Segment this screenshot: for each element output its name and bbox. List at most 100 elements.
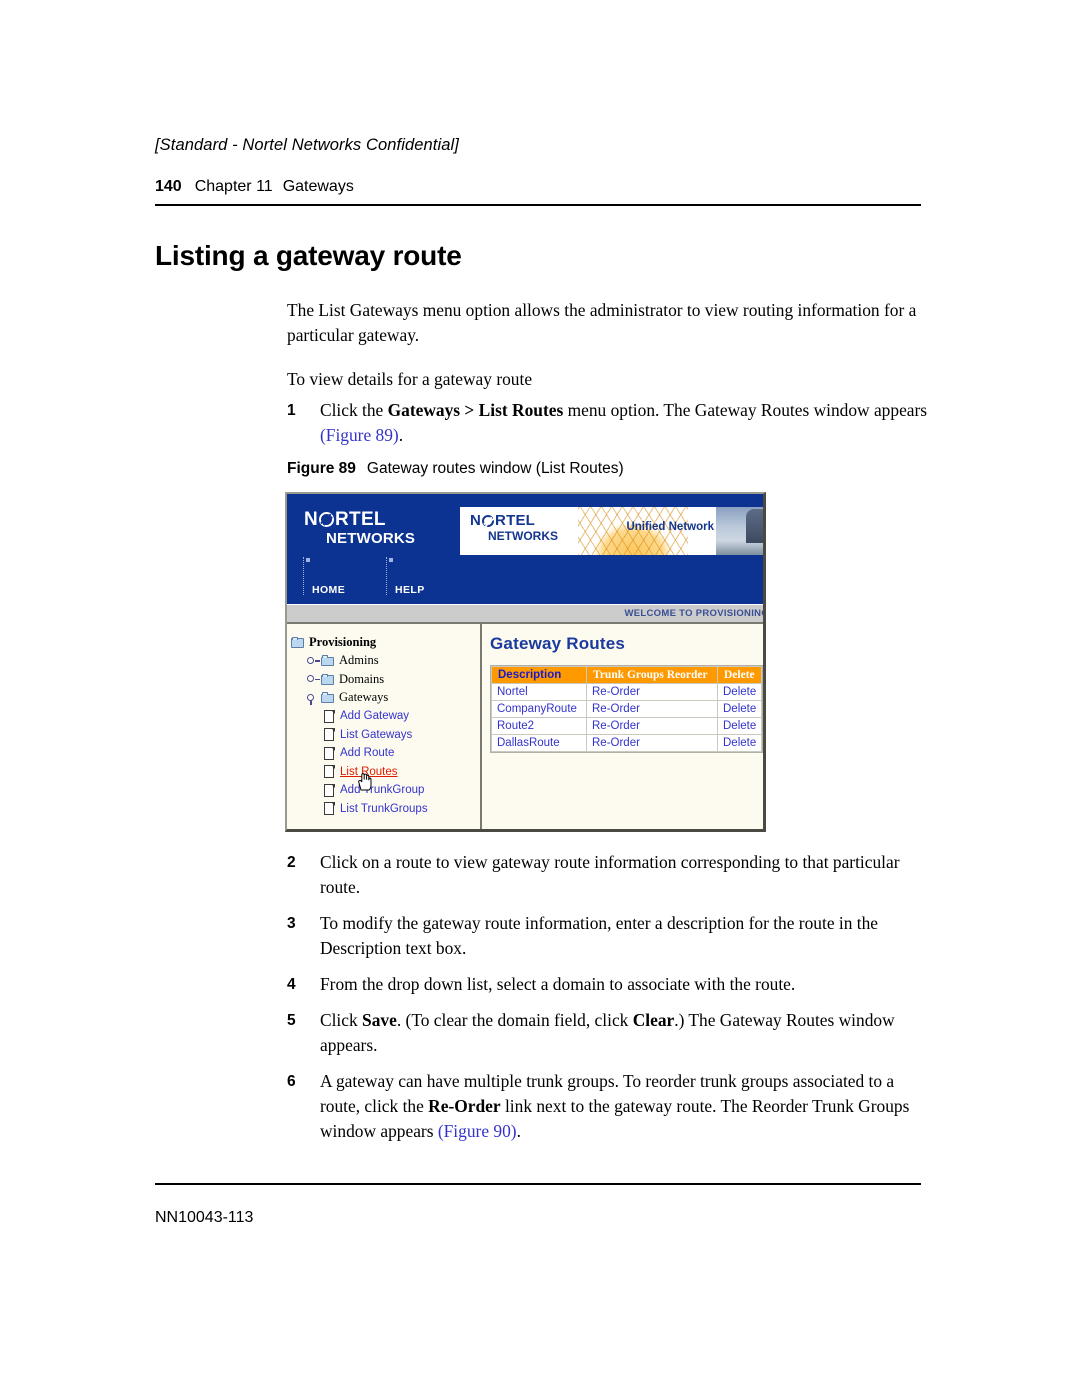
- folder-icon: [321, 673, 335, 685]
- tree-item-label-selected: List Routes: [340, 765, 398, 778]
- tree-item-list-trunkgroups[interactable]: List TrunkGroups: [291, 800, 480, 819]
- tree-node-domains[interactable]: Domains: [291, 670, 480, 689]
- document-icon: [324, 709, 335, 723]
- figure-cross-reference[interactable]: (Figure 90): [438, 1121, 517, 1141]
- step-emphasis: Re-Order: [428, 1096, 501, 1116]
- document-icon: [324, 802, 335, 816]
- confidentiality-notice: [Standard - Nortel Networks Confidential…: [155, 136, 459, 154]
- reorder-link[interactable]: Re-Order: [587, 701, 717, 717]
- tree-item-label: List TrunkGroups: [340, 802, 428, 815]
- page-number: 140: [155, 178, 182, 195]
- expand-toggle-icon[interactable]: [306, 654, 321, 668]
- tree-item-label: Add TrunkGroup: [340, 784, 425, 797]
- tree-item-add-gateway[interactable]: Add Gateway: [291, 707, 480, 726]
- tree-node-label: Domains: [339, 671, 385, 686]
- figure-caption: Figure 89 Gateway routes window (List Rou…: [287, 460, 624, 478]
- page-title: Listing a gateway route: [155, 239, 462, 271]
- nortel-networks-logo: N RTEL NETWORKS: [304, 510, 415, 546]
- chapter-number: Chapter 11: [194, 178, 273, 195]
- banner-nortel-logo: N RTEL NETWORKS: [470, 513, 558, 542]
- document-icon: [324, 746, 335, 760]
- column-header-delete[interactable]: Delete: [718, 667, 762, 683]
- tree-item-add-trunkgroup[interactable]: Add TrunkGroup: [291, 781, 480, 800]
- tree-node-label: Gateways: [339, 690, 389, 705]
- procedure-step: 5 Click Save. (To clear the domain field,…: [287, 1008, 932, 1058]
- globe-icon: [319, 512, 335, 527]
- table-row: CompanyRoute Re-Order Delete: [492, 701, 762, 717]
- logo-letters-rtel: RTEL: [335, 509, 386, 530]
- step-number: 2: [287, 854, 296, 871]
- document-icon: [324, 728, 335, 742]
- tree-root-label: Provisioning: [309, 634, 377, 649]
- reorder-link[interactable]: Re-Order: [587, 735, 717, 751]
- column-header-trunk-groups-reorder[interactable]: Trunk Groups Reorder: [587, 667, 717, 683]
- content-title: Gateway Routes: [490, 634, 626, 653]
- step-run: .: [398, 425, 404, 445]
- step-run: Click the: [320, 400, 388, 420]
- step-number: 5: [287, 1012, 296, 1029]
- route-description-link[interactable]: CompanyRoute: [492, 701, 586, 717]
- step-number: 6: [287, 1073, 296, 1090]
- tree-item-list-gateways[interactable]: List Gateways: [291, 726, 480, 745]
- procedure-step: 2 Click on a route to view gateway route …: [287, 850, 932, 900]
- tree-item-label: List Gateways: [340, 728, 413, 741]
- document-icon: [324, 765, 335, 779]
- step-text: Click the Gateways > List Routes menu op…: [320, 400, 927, 445]
- step-run: . (To clear the domain field, click: [396, 1010, 633, 1030]
- expand-toggle-icon[interactable]: [306, 672, 321, 686]
- step-text: Click on a route to view gateway route i…: [320, 852, 900, 897]
- step-text: To modify the gateway route information,…: [320, 913, 878, 958]
- procedure-lead-in: To view details for a gateway route: [287, 369, 533, 390]
- route-description-link[interactable]: DallasRoute: [492, 735, 586, 751]
- tree-root-provisioning[interactable]: Provisioning: [291, 633, 480, 652]
- table-header-row: Description Trunk Groups Reorder Delete: [492, 667, 762, 683]
- tree-item-list-routes[interactable]: List Routes: [291, 763, 480, 782]
- step-run: Click: [320, 1010, 363, 1030]
- route-description-link[interactable]: Route2: [492, 718, 586, 734]
- tree-node-admins[interactable]: Admins: [291, 652, 480, 671]
- content-pane: Gateway Routes Description Trunk Groups …: [482, 624, 763, 829]
- banner-photo: [716, 507, 763, 555]
- step-emphasis: Clear: [632, 1010, 675, 1030]
- table-row: Route2 Re-Order Delete: [492, 718, 762, 734]
- delete-link[interactable]: Delete: [718, 735, 762, 751]
- folder-icon: [291, 636, 305, 648]
- logo-wordmark-line1: N RTEL: [304, 510, 415, 529]
- marketing-banner: N RTEL NETWORKS Unified Network: [460, 507, 763, 555]
- route-description-link[interactable]: Nortel: [492, 684, 586, 700]
- footer-divider: [155, 1183, 921, 1185]
- banner-logo-line1: N RTEL: [470, 513, 558, 528]
- nav-link-help[interactable]: HELP: [386, 557, 425, 596]
- step-number: 4: [287, 976, 296, 993]
- intro-paragraph: The List Gateways menu option allows the…: [287, 300, 917, 346]
- banner-tagline: Unified Network: [626, 521, 714, 533]
- step-number: 1: [287, 402, 296, 419]
- banner-logo-letter-n: N: [470, 512, 482, 529]
- procedure-steps-group: 2 Click on a route to view gateway route …: [287, 850, 932, 1155]
- step-run: To modify the gateway route information,…: [320, 913, 879, 958]
- procedure-step: 1 Click the Gateways > List Routes menu o…: [287, 398, 932, 448]
- collapse-toggle-icon[interactable]: [306, 691, 321, 705]
- step-run: From the drop down list, select a domain…: [320, 974, 796, 994]
- reorder-link[interactable]: Re-Order: [587, 718, 717, 734]
- tree-item-label: Add Gateway: [340, 710, 410, 723]
- chapter-name: Gateways: [282, 178, 354, 195]
- column-header-description[interactable]: Description: [492, 667, 586, 683]
- figure-cross-reference[interactable]: (Figure 89): [320, 425, 399, 445]
- delete-link[interactable]: Delete: [718, 684, 762, 700]
- tree-item-add-route[interactable]: Add Route: [291, 744, 480, 763]
- figure-screenshot: N RTEL NETWORKS N RTEL NETWORKS Unified Ne…: [285, 492, 766, 832]
- table-body: Nortel Re-Order Delete CompanyRoute Re-O…: [492, 684, 762, 751]
- nav-link-home[interactable]: HOME: [302, 557, 345, 596]
- table-row: Nortel Re-Order Delete: [492, 684, 762, 700]
- delete-link[interactable]: Delete: [718, 718, 762, 734]
- running-head: 140 Chapter 11 Gateways: [155, 178, 354, 196]
- delete-link[interactable]: Delete: [718, 701, 762, 717]
- tree-node-gateways[interactable]: Gateways: [291, 689, 480, 708]
- table-header: Description Trunk Groups Reorder Delete: [492, 667, 762, 683]
- reorder-link[interactable]: Re-Order: [587, 684, 717, 700]
- step-emphasis: Save: [362, 1010, 397, 1030]
- step-number: 3: [287, 915, 296, 932]
- top-navigation: HOME HELP: [287, 557, 763, 604]
- tree-node-label: Admins: [339, 653, 379, 668]
